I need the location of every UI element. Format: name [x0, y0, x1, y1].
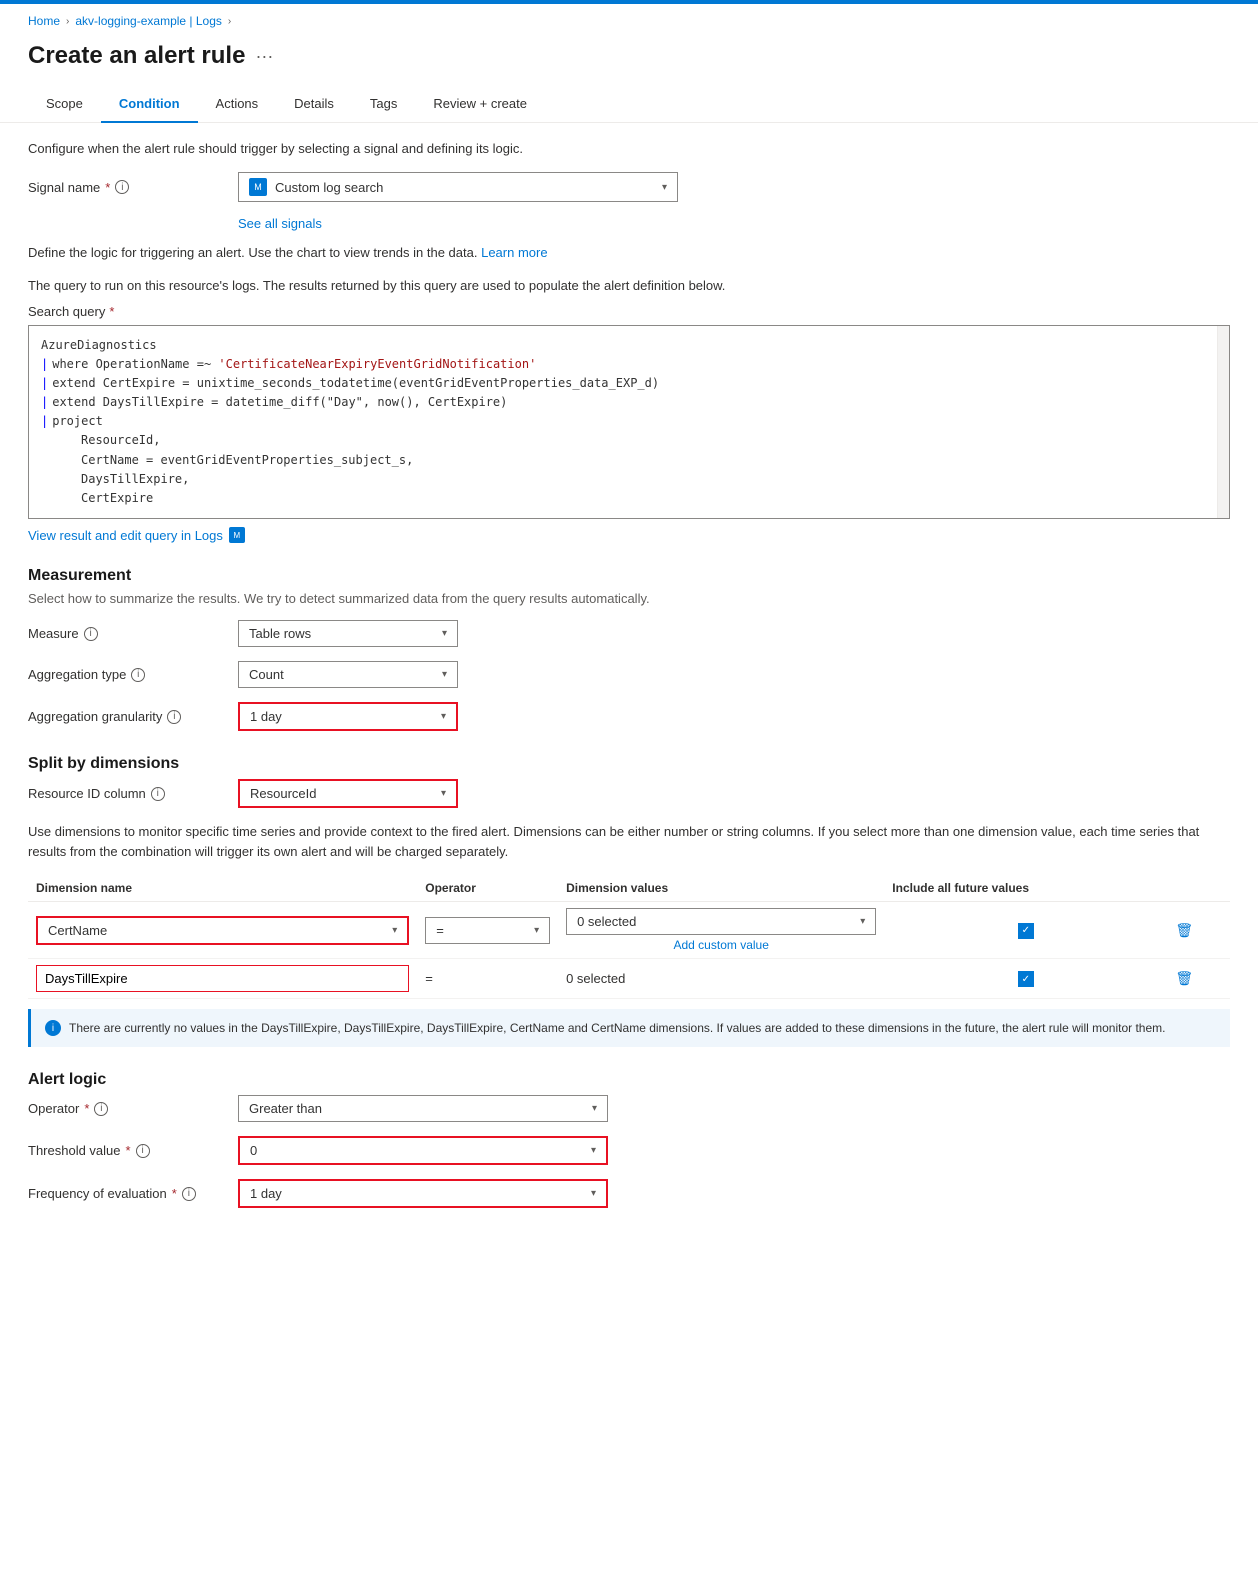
measure-select[interactable]: Table rows ▾	[238, 620, 458, 647]
measure-row: Measure i Table rows ▾	[28, 620, 1230, 647]
search-query-label: Search query *	[28, 304, 1230, 319]
resource-id-chevron: ▾	[441, 788, 446, 799]
page-header: Create an alert rule ···	[0, 38, 1258, 86]
measure-info-icon[interactable]: i	[84, 627, 98, 641]
info-circle-icon: i	[45, 1020, 61, 1036]
measurement-subtitle: Select how to summarize the results. We …	[28, 591, 1230, 606]
frequency-value: 1 day	[250, 1186, 282, 1201]
dim-operator-header: Operator	[417, 875, 558, 902]
frequency-label: Frequency of evaluation * i	[28, 1186, 228, 1201]
operator-value: Greater than	[249, 1101, 322, 1116]
aggregation-type-select[interactable]: Count ▾	[238, 661, 458, 688]
aggregation-granularity-value: 1 day	[250, 709, 282, 724]
query-scrollbar[interactable]	[1217, 326, 1229, 519]
view-result-link[interactable]: View result and edit query in Logs M	[28, 527, 245, 543]
certname-operator-select[interactable]: = ▾	[425, 917, 550, 944]
frequency-chevron: ▾	[591, 1188, 596, 1199]
signal-name-row: Signal name * i M Custom log search ▾	[28, 172, 1230, 202]
query-section-desc: The query to run on this resource's logs…	[28, 276, 1230, 296]
tabs-bar: Scope Condition Actions Details Tags Rev…	[0, 86, 1258, 123]
breadcrumb-sep2: ›	[228, 16, 231, 27]
resource-id-column-select[interactable]: ResourceId ▾	[238, 779, 458, 808]
frequency-row: Frequency of evaluation * i 1 day ▾	[28, 1179, 1230, 1208]
resource-id-column-row: Resource ID column i ResourceId ▾	[28, 779, 1230, 808]
define-logic-desc: Define the logic for triggering an alert…	[28, 245, 1230, 260]
aggregation-granularity-label: Aggregation granularity i	[28, 709, 228, 724]
dim-values-header: Dimension values	[558, 875, 884, 902]
threshold-value-label: Threshold value * i	[28, 1143, 228, 1158]
operator-row: Operator * i Greater than ▾	[28, 1095, 1230, 1122]
tab-scope[interactable]: Scope	[28, 86, 101, 123]
threshold-value-input-wrapper: ▾	[238, 1136, 608, 1165]
breadcrumb-home[interactable]: Home	[28, 14, 60, 28]
resource-id-info-icon[interactable]: i	[151, 787, 165, 801]
table-row: CertName ▾ = ▾ 0 selected ▾ Add custom	[28, 902, 1230, 959]
aggregation-type-info-icon[interactable]: i	[131, 668, 145, 682]
breadcrumb-sep1: ›	[66, 16, 69, 27]
certname-delete-icon[interactable]: 🗑	[1175, 922, 1193, 938]
signal-name-info-icon[interactable]: i	[115, 180, 129, 194]
dim-include-header: Include all future values	[884, 875, 1167, 902]
aggregation-granularity-row: Aggregation granularity i 1 day ▾	[28, 702, 1230, 731]
dimensions-info-box-text: There are currently no values in the Day…	[69, 1019, 1165, 1037]
tab-condition[interactable]: Condition	[101, 86, 198, 123]
certname-values-select[interactable]: 0 selected ▾	[566, 908, 876, 935]
signal-name-select[interactable]: M Custom log search ▾	[238, 172, 678, 202]
measure-chevron: ▾	[442, 628, 447, 639]
operator-info-icon[interactable]: i	[94, 1102, 108, 1116]
resource-id-value: ResourceId	[250, 786, 316, 801]
dim-name-header: Dimension name	[28, 875, 417, 902]
resource-id-column-label: Resource ID column i	[28, 786, 228, 801]
daystillexpire-include-all-checkbox[interactable]: ✓	[1018, 971, 1034, 987]
certname-include-all-checkbox[interactable]: ✓	[1018, 923, 1034, 939]
see-all-signals-link[interactable]: See all signals	[238, 216, 322, 231]
daystillexpire-name-input[interactable]	[36, 965, 409, 992]
dimensions-info-box: i There are currently no values in the D…	[28, 1009, 1230, 1047]
frequency-info-icon[interactable]: i	[182, 1187, 196, 1201]
frequency-select[interactable]: 1 day ▾	[238, 1179, 608, 1208]
operator-select[interactable]: Greater than ▾	[238, 1095, 608, 1122]
split-dimensions-title: Split by dimensions	[28, 755, 1230, 773]
main-content: Configure when the alert rule should tri…	[0, 123, 1258, 1240]
dimensions-info-text: Use dimensions to monitor specific time …	[28, 822, 1230, 861]
threshold-value-row: Threshold value * i ▾	[28, 1136, 1230, 1165]
certname-select[interactable]: CertName ▾	[36, 916, 409, 945]
breadcrumb: Home › akv-logging-example | Logs ›	[0, 4, 1258, 38]
aggregation-type-label: Aggregation type i	[28, 667, 228, 682]
threshold-value-chevron: ▾	[591, 1145, 596, 1156]
tab-actions[interactable]: Actions	[198, 86, 277, 123]
signal-type-icon: M	[249, 178, 267, 196]
operator-chevron: ▾	[592, 1103, 597, 1114]
aggregation-type-chevron: ▾	[442, 669, 447, 680]
operator-label: Operator * i	[28, 1101, 228, 1116]
breadcrumb-resource[interactable]: akv-logging-example | Logs	[75, 14, 222, 28]
tab-review-create[interactable]: Review + create	[415, 86, 545, 123]
learn-more-link[interactable]: Learn more	[481, 245, 547, 260]
alert-logic-title: Alert logic	[28, 1071, 1230, 1089]
signal-name-value: Custom log search	[275, 180, 383, 195]
signal-name-chevron: ▾	[662, 182, 667, 193]
page-title: Create an alert rule	[28, 42, 245, 70]
add-custom-value-link[interactable]: Add custom value	[566, 938, 876, 952]
measure-value: Table rows	[249, 626, 311, 641]
threshold-value-input[interactable]	[250, 1143, 590, 1158]
tab-tags[interactable]: Tags	[352, 86, 415, 123]
signal-name-label: Signal name * i	[28, 180, 228, 195]
dimensions-table: Dimension name Operator Dimension values…	[28, 875, 1230, 999]
condition-description: Configure when the alert rule should tri…	[28, 141, 1230, 156]
aggregation-granularity-info-icon[interactable]: i	[167, 710, 181, 724]
measure-label: Measure i	[28, 626, 228, 641]
measurement-title: Measurement	[28, 567, 1230, 585]
aggregation-granularity-chevron: ▾	[441, 711, 446, 722]
view-link-icon: M	[229, 527, 245, 543]
table-row: = 0 selected ✓ 🗑	[28, 959, 1230, 999]
aggregation-type-value: Count	[249, 667, 284, 682]
aggregation-type-row: Aggregation type i Count ▾	[28, 661, 1230, 688]
threshold-info-icon[interactable]: i	[136, 1144, 150, 1158]
tab-details[interactable]: Details	[276, 86, 352, 123]
daystillexpire-delete-icon[interactable]: 🗑	[1175, 970, 1193, 986]
query-editor[interactable]: AzureDiagnostics | where OperationName =…	[28, 325, 1230, 520]
more-options-icon[interactable]: ···	[255, 46, 273, 67]
aggregation-granularity-select[interactable]: 1 day ▾	[238, 702, 458, 731]
